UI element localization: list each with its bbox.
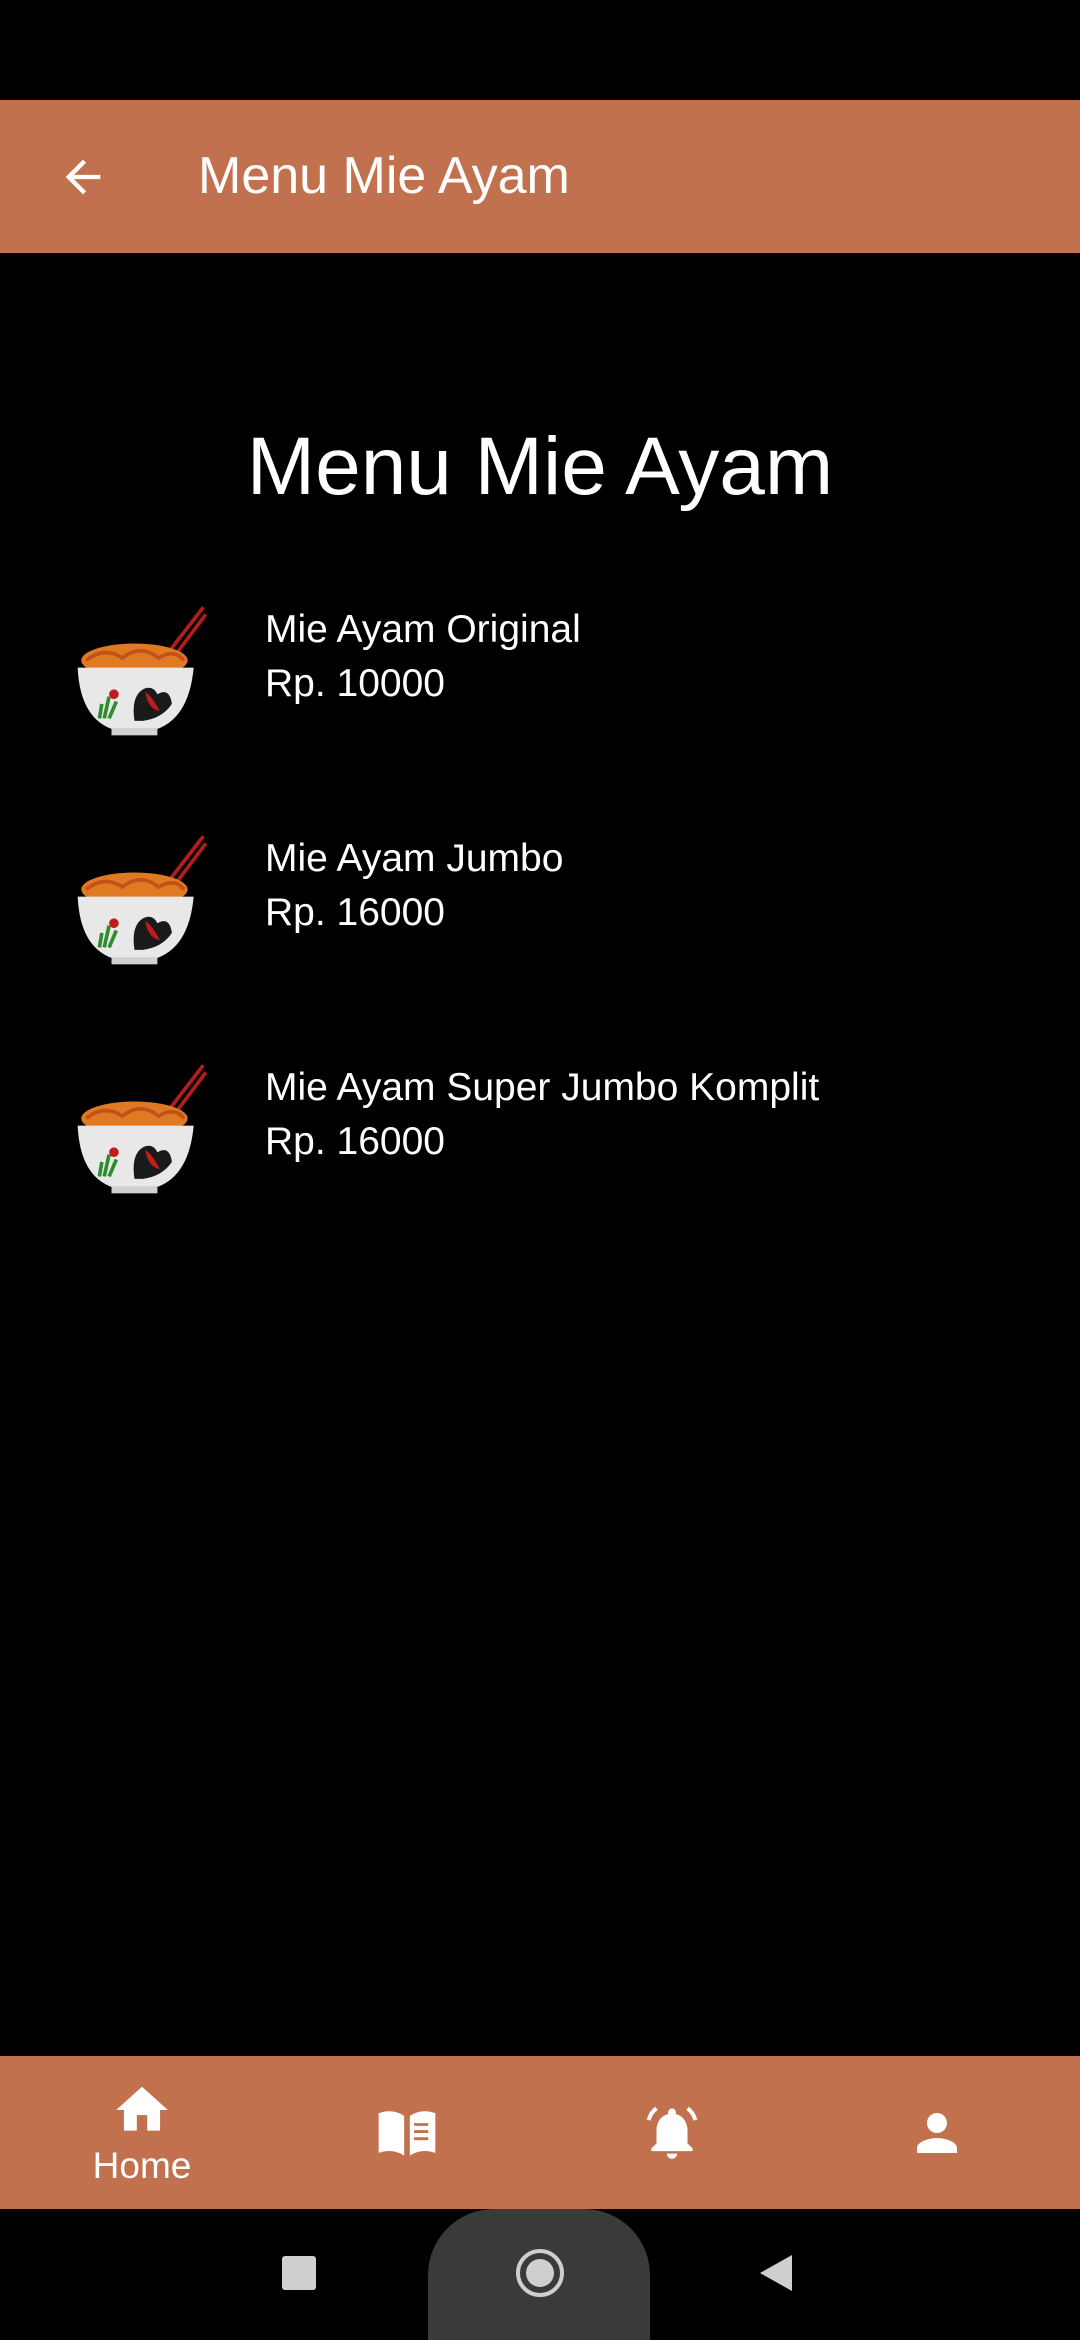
nav-item-notifications[interactable] [572,2056,772,2209]
back-button[interactable] [40,134,126,220]
nav-item-profile[interactable] [837,2056,1037,2209]
page-title: Menu Mie Ayam [246,421,834,512]
book-icon [378,2110,436,2156]
back-triangle-icon[interactable] [758,2253,794,2293]
noodle-bowl-icon [77,1064,208,1194]
app-bar: Menu Mie Ayam [0,100,1080,253]
nav-label-home: Home [92,2144,192,2186]
menu-item-name: Mie Ayam Super Jumbo Komplit [265,1066,820,1109]
bottom-navigation: Home [0,2056,1080,2209]
app-bar-title: Menu Mie Ayam [198,147,570,205]
menu-item-name: Mie Ayam Original [265,608,581,651]
menu-item-price: Rp. 10000 [265,662,445,705]
recents-square-icon[interactable] [282,2256,316,2290]
menu-item-name: Mie Ayam Jumbo [265,837,564,880]
menu-item[interactable]: Mie Ayam Original Rp. 10000 [0,590,1080,819]
menu-item-price: Rp. 16000 [265,891,445,934]
arrow-left-icon [65,159,101,195]
noodle-bowl-icon [77,835,208,965]
noodle-bowl-icon [77,606,208,736]
nav-item-menu[interactable] [307,2056,507,2209]
system-navigation-bar [0,2209,1080,2340]
menu-item[interactable]: Mie Ayam Jumbo Rp. 16000 [0,819,1080,1048]
bell-icon [646,2106,698,2159]
status-bar [0,0,1080,100]
person-icon [917,2112,957,2153]
home-circle-icon[interactable] [514,2247,566,2299]
menu-list: Mie Ayam Original Rp. 10000 Mie Ayam Jum… [0,590,1080,1277]
menu-item-price: Rp. 16000 [265,1120,445,1163]
menu-item[interactable]: Mie Ayam Super Jumbo Komplit Rp. 16000 [0,1048,1080,1277]
nav-item-home[interactable]: Home [42,2056,242,2209]
home-icon [116,2086,168,2131]
